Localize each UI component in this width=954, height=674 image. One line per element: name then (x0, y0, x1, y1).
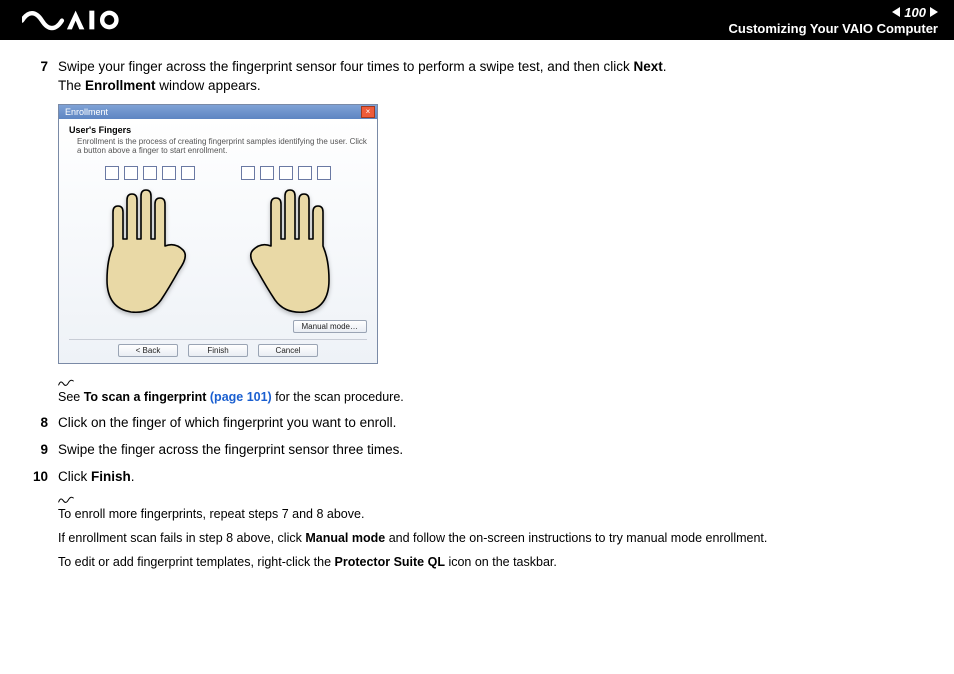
step-8: 8 Click on the finger of which fingerpri… (20, 414, 934, 433)
note-icon (58, 378, 74, 388)
finger-button[interactable] (181, 166, 195, 180)
left-finger-buttons (105, 166, 195, 180)
right-hand-icon (231, 184, 341, 314)
divider (69, 339, 367, 340)
step-7: 7 Swipe your finger across the fingerpri… (20, 58, 934, 96)
finger-button[interactable] (162, 166, 176, 180)
note-enroll-more: To enroll more fingerprints, repeat step… (58, 495, 934, 521)
step-number: 8 (20, 414, 58, 433)
page-link-101[interactable]: (page 101) (210, 390, 272, 404)
step-body: Click on the finger of which fingerprint… (58, 414, 934, 433)
finger-button[interactable] (241, 166, 255, 180)
step-body: Click Finish. (58, 468, 934, 487)
wizard-buttons: < Back Finish Cancel (69, 344, 367, 357)
step-number: 7 (20, 58, 58, 77)
users-fingers-desc: Enrollment is the process of creating fi… (69, 137, 367, 156)
finger-button[interactable] (143, 166, 157, 180)
next-page-icon[interactable] (930, 7, 938, 17)
page-number: 100 (904, 5, 926, 20)
cancel-button[interactable]: Cancel (258, 344, 318, 357)
enrollment-window: Enrollment × User's Fingers Enrollment i… (58, 104, 378, 364)
step-number: 9 (20, 441, 58, 460)
finger-button[interactable] (260, 166, 274, 180)
document-header: 100 Customizing Your VAIO Computer (0, 0, 954, 40)
finger-button[interactable] (298, 166, 312, 180)
manual-mode-button[interactable]: Manual mode… (293, 320, 367, 333)
manual-mode-row: Manual mode… (69, 320, 367, 333)
right-finger-buttons (241, 166, 331, 180)
finger-button[interactable] (105, 166, 119, 180)
header-right: 100 Customizing Your VAIO Computer (729, 5, 938, 36)
finish-button[interactable]: Finish (188, 344, 248, 357)
enrollment-title: Enrollment (65, 107, 108, 117)
prev-page-icon[interactable] (892, 7, 900, 17)
right-hand-column (231, 166, 341, 314)
vaio-logo (22, 0, 128, 40)
enrollment-titlebar: Enrollment × (59, 105, 377, 119)
step-body: Swipe your finger across the fingerprint… (58, 58, 934, 96)
step-10: 10 Click Finish. (20, 468, 934, 487)
note-scan-fingerprint: See To scan a fingerprint (page 101) for… (58, 378, 934, 404)
note-manual-mode: If enrollment scan fails in step 8 above… (58, 531, 934, 545)
users-fingers-heading: User's Fingers (69, 125, 367, 135)
close-icon[interactable]: × (361, 106, 375, 118)
back-button[interactable]: < Back (118, 344, 178, 357)
finger-button[interactable] (124, 166, 138, 180)
left-hand-column (95, 166, 205, 314)
step-body: Swipe the finger across the fingerprint … (58, 441, 934, 460)
hands-row (69, 166, 367, 314)
page-nav: 100 (892, 5, 938, 20)
note-icon (58, 495, 74, 505)
section-title: Customizing Your VAIO Computer (729, 21, 938, 36)
finger-button[interactable] (279, 166, 293, 180)
finger-button[interactable] (317, 166, 331, 180)
step-9: 9 Swipe the finger across the fingerprin… (20, 441, 934, 460)
note-edit-templates: To edit or add fingerprint templates, ri… (58, 555, 934, 569)
left-hand-icon (95, 184, 205, 314)
step-number: 10 (20, 468, 58, 487)
page-content: 7 Swipe your finger across the fingerpri… (0, 40, 954, 569)
